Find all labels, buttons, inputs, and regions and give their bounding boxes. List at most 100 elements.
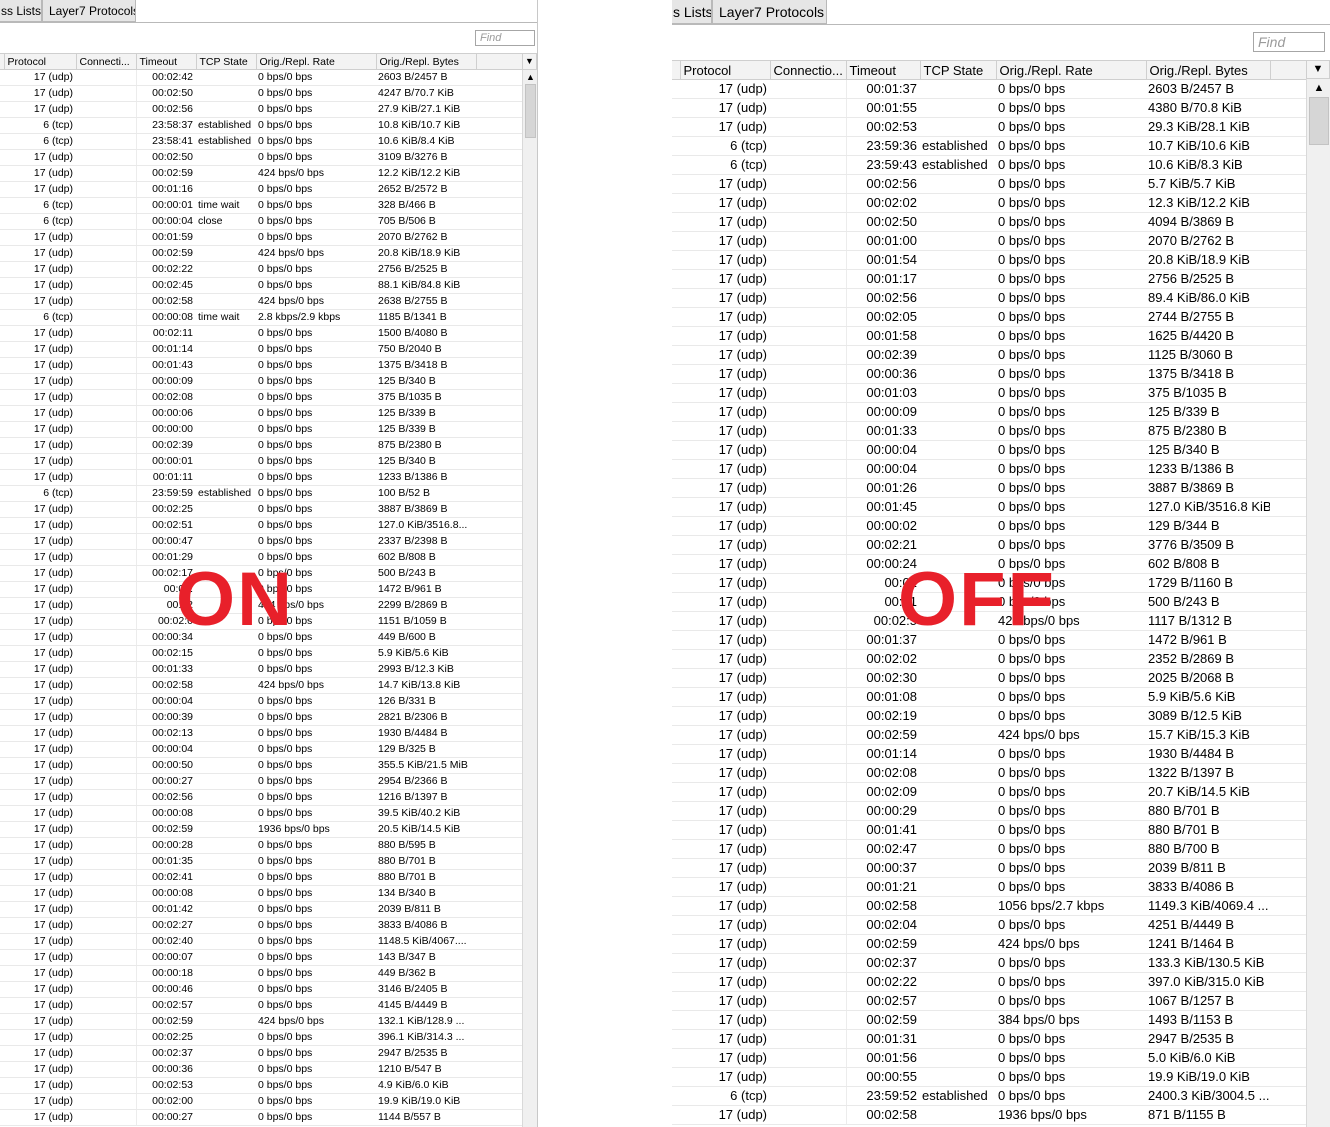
table-row[interactable]: 17 (udp) 00:01:11 0 bps/0 bps 1233 B/1386 B bbox=[0, 469, 522, 486]
column-menu-button[interactable]: ▼ bbox=[522, 53, 537, 70]
col-rate[interactable]: Orig./Repl. Rate bbox=[996, 60, 1147, 80]
tab-address-lists[interactable]: s Lists bbox=[672, 0, 712, 24]
table-row[interactable]: 17 (udp) 00:02:56 0 bps/0 bps 1216 B/1397 B bbox=[0, 789, 522, 806]
table-row[interactable]: 17 (udp) 00:00:28 0 bps/0 bps 880 B/595 B bbox=[0, 837, 522, 854]
table-row[interactable]: 17 (udp) 00:02:56 0 bps/0 bps 5.7 KiB/5.7 K… bbox=[672, 174, 1306, 194]
table-row[interactable]: 17 (udp) 00:02:09 0 bps/0 bps 20.7 KiB/14.5… bbox=[672, 782, 1306, 802]
table-row[interactable]: 17 (udp) 00:02:56 0 bps/0 bps 89.4 KiB/86.0… bbox=[672, 288, 1306, 308]
table-row[interactable]: 17 (udp) 00:02:45 0 bps/0 bps 88.1 KiB/84.8… bbox=[0, 277, 522, 294]
table-row[interactable]: 17 (udp) 00:01:14 0 bps/0 bps 1930 B/4484 B bbox=[672, 744, 1306, 764]
table-row[interactable]: 17 (udp) 00:02:15 0 bps/0 bps 5.9 KiB/5.6 K… bbox=[0, 645, 522, 662]
column-menu-button[interactable]: ▼ bbox=[1306, 60, 1330, 79]
table-row[interactable]: 17 (udp) 00:02:25 0 bps/0 bps 396.1 KiB/314… bbox=[0, 1029, 522, 1046]
table-row[interactable]: 17 (udp) 00:02:13 0 bps/0 bps 1930 B/4484 B bbox=[0, 725, 522, 742]
table-row[interactable]: 17 (udp) 00:00:00 0 bps/0 bps 125 B/339 B bbox=[0, 421, 522, 438]
table-row[interactable]: 17 (udp) 00:01:55 0 bps/0 bps 4380 B/70.8 K… bbox=[672, 98, 1306, 118]
table-row[interactable]: 17 (udp) 00:02:47 0 bps/0 bps 880 B/700 B bbox=[672, 839, 1306, 859]
col-connection[interactable]: Connecti... bbox=[76, 53, 137, 70]
table-row[interactable]: 17 (udp) 00:00:04 0 bps/0 bps 129 B/325 B bbox=[0, 741, 522, 758]
table-row[interactable]: 17 (udp) 00:01:33 0 bps/0 bps 875 B/2380 B bbox=[672, 421, 1306, 441]
table-row[interactable]: 17 (udp) 00:02:58 1056 bps/2.7 kbps 1149.3 … bbox=[672, 896, 1306, 916]
table-row[interactable]: 17 (udp) 00:02:50 0 bps/0 bps 3109 B/3276 B bbox=[0, 149, 522, 166]
table-row[interactable]: 17 (udp) 00:01:26 0 bps/0 bps 3887 B/3869 B bbox=[672, 478, 1306, 498]
table-row[interactable]: 17 (udp) 00:01:37 0 bps/0 bps 2603 B/2457 B bbox=[672, 79, 1306, 99]
table-row[interactable]: 17 (udp) 00:02:57 0 bps/0 bps 4145 B/4449 B bbox=[0, 997, 522, 1014]
table-row[interactable]: 17 (udp) 00:02:59 424 bps/0 bps 15.7 KiB/15… bbox=[672, 725, 1306, 745]
col-connection[interactable]: Connectio... bbox=[770, 60, 847, 80]
table-row[interactable]: 17 (udp) 00:02:11 0 bps/0 bps 1500 B/4080 B bbox=[0, 325, 522, 342]
table-row[interactable]: 17 (udp) 00:02:53 0 bps/0 bps 29.3 KiB/28.1… bbox=[672, 117, 1306, 137]
table-row[interactable]: 17 (udp) 00:02:39 0 bps/0 bps 1125 B/3060 B bbox=[672, 345, 1306, 365]
table-row[interactable]: 17 (udp) 00:02:21 0 bps/0 bps 3776 B/3509 B bbox=[672, 535, 1306, 555]
table-row[interactable]: 17 (udp) 00:01:41 0 bps/0 bps 880 B/701 B bbox=[672, 820, 1306, 840]
table-row[interactable]: 17 (udp) 00:02:02 0 bps/0 bps 2352 B/2869 B bbox=[672, 649, 1306, 669]
table-row[interactable]: 17 (udp) 00:00:27 0 bps/0 bps 2954 B/2366 B bbox=[0, 773, 522, 790]
tab-layer7-protocols[interactable]: Layer7 Protocols bbox=[712, 0, 827, 24]
table-row[interactable]: 17 (udp) 00:01:00 0 bps/0 bps 2070 B/2762 B bbox=[672, 231, 1306, 251]
table-row[interactable]: 6 (tcp) 23:58:41 established 0 bps/0 bps 10.… bbox=[0, 133, 522, 150]
find-input[interactable]: Find bbox=[1253, 32, 1325, 52]
table-row[interactable]: 17 (udp) 00:01:03 0 bps/0 bps 375 B/1035 B bbox=[672, 383, 1306, 403]
table-row[interactable]: 17 (udp) 00:00:50 0 bps/0 bps 355.5 KiB/21.… bbox=[0, 757, 522, 774]
table-row[interactable]: 17 (udp) 00:01:17 0 bps/0 bps 2756 B/2525 B bbox=[672, 269, 1306, 289]
table-row[interactable]: 6 (tcp) 23:59:59 established 0 bps/0 bps 100… bbox=[0, 485, 522, 502]
table-row[interactable]: 17 (udp) 00:02:58 1936 bps/0 bps 871 B/1155… bbox=[672, 1105, 1306, 1125]
col-bytes[interactable]: Orig./Repl. Bytes bbox=[1146, 60, 1271, 80]
table-row[interactable]: 17 (udp) 00:01:43 0 bps/0 bps 1375 B/3418 B bbox=[0, 357, 522, 374]
table-row[interactable]: 17 (udp) 00:02:53 0 bps/0 bps 4.9 KiB/6.0 K… bbox=[0, 1077, 522, 1094]
table-row[interactable]: 6 (tcp) 00:00:01 time wait 0 bps/0 bps 328 B… bbox=[0, 197, 522, 214]
table-row[interactable]: 17 (udp) 00:01:08 0 bps/0 bps 5.9 KiB/5.6 K… bbox=[672, 687, 1306, 707]
find-input[interactable]: Find bbox=[475, 30, 535, 46]
col-rate[interactable]: Orig./Repl. Rate bbox=[256, 53, 377, 70]
table-row[interactable]: 17 (udp) 00:00:39 0 bps/0 bps 2821 B/2306 B bbox=[0, 709, 522, 726]
table-row[interactable]: 17 (udp) 00:02:39 0 bps/0 bps 875 B/2380 B bbox=[0, 437, 522, 454]
table-row[interactable]: 17 (udp) 00:00:04 0 bps/0 bps 125 B/340 B bbox=[672, 440, 1306, 460]
scroll-thumb[interactable] bbox=[525, 84, 536, 138]
table-row[interactable]: 17 (udp) 00:02:08 0 bps/0 bps 1322 B/1397 B bbox=[672, 763, 1306, 783]
col-timeout[interactable]: Timeout bbox=[846, 60, 921, 80]
table-row[interactable]: 17 (udp) 00:02:22 0 bps/0 bps 2756 B/2525 B bbox=[0, 261, 522, 278]
table-row[interactable]: 17 (udp) 00:02:59 384 bps/0 bps 1493 B/1153… bbox=[672, 1010, 1306, 1030]
table-row[interactable]: 17 (udp) 00:02:50 0 bps/0 bps 4247 B/70.7 K… bbox=[0, 85, 522, 102]
table-row[interactable]: 17 (udp) 00:02:27 0 bps/0 bps 3833 B/4086 B bbox=[0, 917, 522, 934]
table-row[interactable]: 17 (udp) 00:02:37 0 bps/0 bps 2947 B/2535 B bbox=[0, 1045, 522, 1062]
table-row[interactable]: 17 (udp) 00:01:59 0 bps/0 bps 2070 B/2762 B bbox=[0, 229, 522, 246]
table-row[interactable]: 17 (udp) 00:00:04 0 bps/0 bps 126 B/331 B bbox=[0, 693, 522, 710]
table-row[interactable]: 17 (udp) 00:02:42 0 bps/0 bps 2603 B/2457 B bbox=[0, 69, 522, 86]
col-tcp-state[interactable]: TCP State bbox=[196, 53, 257, 70]
tab-address-lists[interactable]: ss Lists bbox=[0, 0, 42, 22]
vertical-scrollbar[interactable]: ▲ bbox=[1306, 79, 1330, 1127]
table-row[interactable]: 17 (udp) 00:02:08 0 bps/0 bps 375 B/1035 B bbox=[0, 389, 522, 406]
table-row[interactable]: 17 (udp) 00:02:40 0 bps/0 bps 1148.5 KiB/40… bbox=[0, 933, 522, 950]
table-row[interactable]: 17 (udp) 00:01:35 0 bps/0 bps 880 B/701 B bbox=[0, 853, 522, 870]
col-tcp-state[interactable]: TCP State bbox=[920, 60, 997, 80]
table-row[interactable]: 17 (udp) 00:01:42 0 bps/0 bps 2039 B/811 B bbox=[0, 901, 522, 918]
table-row[interactable]: 17 (udp) 00:00:18 0 bps/0 bps 449 B/362 B bbox=[0, 965, 522, 982]
table-row[interactable]: 17 (udp) 00:02:41 0 bps/0 bps 880 B/701 B bbox=[0, 869, 522, 886]
table-row[interactable]: 17 (udp) 00:02:04 0 bps/0 bps 4251 B/4449 B bbox=[672, 915, 1306, 935]
table-row[interactable]: 17 (udp) 00:02:51 0 bps/0 bps 127.0 KiB/351… bbox=[0, 517, 522, 534]
table-row[interactable]: 17 (udp) 00:02:37 0 bps/0 bps 133.3 KiB/130… bbox=[672, 953, 1306, 973]
table-row[interactable]: 17 (udp) 00:00:37 0 bps/0 bps 2039 B/811 B bbox=[672, 858, 1306, 878]
table-row[interactable]: 17 (udp) 00:02:22 0 bps/0 bps 397.0 KiB/315… bbox=[672, 972, 1306, 992]
table-row[interactable]: 17 (udp) 00:01:56 0 bps/0 bps 5.0 KiB/6.0 K… bbox=[672, 1048, 1306, 1068]
table-row[interactable]: 17 (udp) 00:01:54 0 bps/0 bps 20.8 KiB/18.9… bbox=[672, 250, 1306, 270]
table-row[interactable]: 17 (udp) 00:01:21 0 bps/0 bps 3833 B/4086 B bbox=[672, 877, 1306, 897]
vertical-scrollbar[interactable]: ▲ bbox=[522, 70, 537, 1127]
col-protocol[interactable]: Protocol bbox=[680, 60, 771, 80]
table-row[interactable]: 17 (udp) 00:02:56 0 bps/0 bps 27.9 KiB/27.1… bbox=[0, 101, 522, 118]
col-timeout[interactable]: Timeout bbox=[136, 53, 197, 70]
table-row[interactable]: 17 (udp) 00:00:09 0 bps/0 bps 125 B/340 B bbox=[0, 373, 522, 390]
table-row[interactable]: 17 (udp) 00:00:08 0 bps/0 bps 39.5 KiB/40.2… bbox=[0, 805, 522, 822]
table-row[interactable]: 17 (udp) 00:00:02 0 bps/0 bps 129 B/344 B bbox=[672, 516, 1306, 536]
table-row[interactable]: 17 (udp) 00:01:31 0 bps/0 bps 2947 B/2535 B bbox=[672, 1029, 1306, 1049]
table-row[interactable]: 17 (udp) 00:00:27 0 bps/0 bps 1144 B/557 B bbox=[0, 1109, 522, 1126]
table-row[interactable]: 17 (udp) 00:02:30 0 bps/0 bps 2025 B/2068 B bbox=[672, 668, 1306, 688]
table-row[interactable]: 17 (udp) 00:00:04 0 bps/0 bps 1233 B/1386 B bbox=[672, 459, 1306, 479]
table-row[interactable]: 17 (udp) 00:02:00 0 bps/0 bps 19.9 KiB/19.0… bbox=[0, 1093, 522, 1110]
table-row[interactable]: 17 (udp) 00:00:36 0 bps/0 bps 1375 B/3418 B bbox=[672, 364, 1306, 384]
table-row[interactable]: 17 (udp) 00:00:46 0 bps/0 bps 3146 B/2405 B bbox=[0, 981, 522, 998]
tab-layer7-protocols[interactable]: Layer7 Protocols bbox=[42, 0, 136, 22]
table-row[interactable]: 17 (udp) 00:00:06 0 bps/0 bps 125 B/339 B bbox=[0, 405, 522, 422]
table-row[interactable]: 17 (udp) 00:00:29 0 bps/0 bps 880 B/701 B bbox=[672, 801, 1306, 821]
